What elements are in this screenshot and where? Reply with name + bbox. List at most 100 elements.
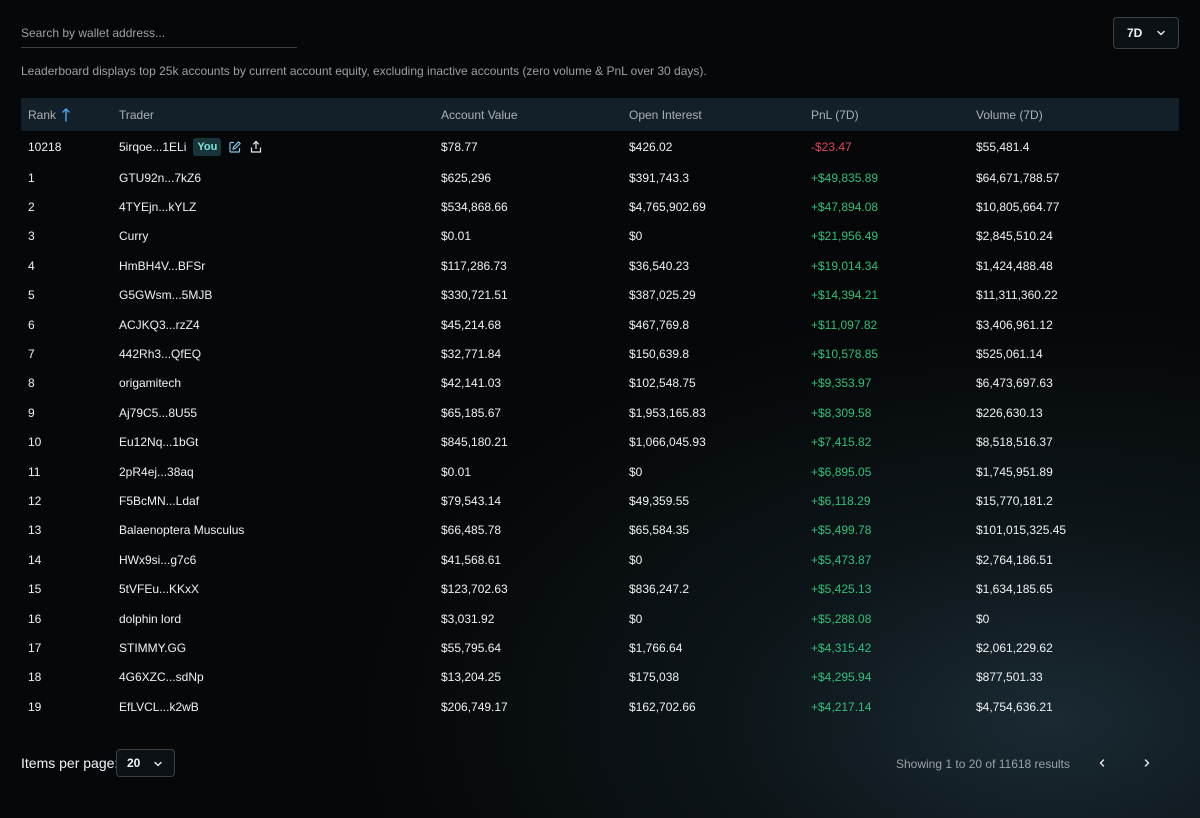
account-value-cell: $79,543.14 (441, 493, 502, 508)
share-icon[interactable] (249, 140, 263, 154)
rank-cell: 1 (28, 170, 35, 185)
rank-cell: 16 (28, 611, 42, 626)
leaderboard-info-text: Leaderboard displays top 25k accounts by… (21, 64, 707, 78)
account-value-cell: $42,141.03 (441, 376, 502, 391)
previous-page-button[interactable] (1093, 754, 1111, 772)
trader-cell[interactable]: 5tVFEu...KKxX (119, 582, 199, 596)
rank-cell: 6 (28, 317, 35, 332)
account-value-cell: $330,721.51 (441, 288, 508, 303)
trader-cell[interactable]: EfLVCL...k2wB (119, 700, 199, 714)
sort-arrow-up-icon (62, 107, 70, 122)
trader-cell[interactable]: 2pR4ej...38aq (119, 465, 194, 479)
volume-cell: $1,634,185.65 (976, 582, 1053, 597)
column-header-open-interest: Open Interest (629, 107, 702, 122)
account-value-cell: $41,568.61 (441, 552, 502, 567)
trader-address[interactable]: 5irqoe...1ELi (119, 140, 186, 154)
volume-cell: $15,770,181.2 (976, 493, 1053, 508)
edit-icon[interactable] (228, 140, 242, 154)
volume-cell: $3,406,961.12 (976, 317, 1053, 332)
table-row: 11 2pR4ej...38aq $0.01 $0 +$6,895.05 $1,745,9… (21, 457, 1179, 486)
open-interest-cell: $102,548.75 (629, 376, 696, 391)
trader-cell[interactable]: 4G6XZC...sdNp (119, 670, 204, 684)
trader-cell[interactable]: Eu12Nq...1bGt (119, 435, 198, 449)
rank-cell: 4 (28, 258, 35, 273)
pnl-cell: +$6,118.29 (811, 493, 871, 508)
table-row: 1 GTU92n...7kZ6 $625,296 $391,743.3 +$49,835… (21, 163, 1179, 192)
leaderboard-table: Rank Trader Account Value Open Interest … (21, 98, 1179, 721)
table-row: 4 HmBH4V...BFSr $117,286.73 $36,540.23 +$19,… (21, 251, 1179, 280)
results-summary: Showing 1 to 20 of 11618 results (896, 757, 1070, 771)
table-row: 15 5tVFEu...KKxX $123,702.63 $836,247.2 +$5,… (21, 574, 1179, 603)
pnl-cell: +$4,315.42 (811, 640, 872, 655)
items-per-page-label: Items per page: (21, 755, 119, 771)
rank-cell: 9 (28, 405, 35, 420)
volume-cell: $4,754,636.21 (976, 699, 1053, 714)
trader-cell[interactable]: ACJKQ3...rzZ4 (119, 318, 200, 332)
open-interest-cell: $1,066,045.93 (629, 435, 706, 450)
trader-cell[interactable]: STIMMY.GG (119, 641, 186, 655)
period-select-value: 7D (1127, 26, 1143, 40)
rank-cell: 10 (28, 435, 42, 450)
trader-cell[interactable]: 4TYEjn...kYLZ (119, 200, 196, 214)
account-value-cell: $78.77 (441, 140, 478, 154)
pnl-cell: +$4,295.94 (811, 670, 872, 685)
next-page-button[interactable] (1138, 754, 1156, 772)
open-interest-cell: $4,765,902.69 (629, 200, 706, 215)
pnl-cell: +$47,894.08 (811, 200, 879, 215)
trader-cell[interactable]: F5BcMN...Ldaf (119, 494, 199, 508)
rank-cell: 2 (28, 200, 35, 215)
trader-cell[interactable]: GTU92n...7kZ6 (119, 171, 201, 185)
trader-cell[interactable]: HWx9si...g7c6 (119, 553, 196, 567)
volume-cell: $2,764,186.51 (976, 552, 1053, 567)
table-row: 13 Balaenoptera Musculus $66,485.78 $65,584… (21, 516, 1179, 545)
rank-cell: 12 (28, 493, 42, 508)
volume-cell: $525,061.14 (976, 347, 1043, 362)
open-interest-cell: $1,953,165.83 (629, 405, 706, 420)
search-field[interactable] (21, 18, 297, 48)
trader-cell[interactable]: dolphin lord (119, 612, 181, 626)
pnl-cell: +$5,499.78 (811, 523, 872, 538)
pnl-cell: +$6,895.05 (811, 464, 872, 479)
column-header-volume: Volume (7D) (976, 107, 1043, 122)
open-interest-cell: $0 (629, 229, 643, 244)
chevron-left-icon (1099, 759, 1105, 767)
trader-cell[interactable]: G5GWsm...5MJB (119, 288, 212, 302)
trader-cell[interactable]: 442Rh3...QfEQ (119, 347, 201, 361)
account-value-cell: $625,296 (441, 170, 492, 185)
account-value-cell: $13,204.25 (441, 670, 502, 685)
trader-cell[interactable]: HmBH4V...BFSr (119, 259, 205, 273)
volume-cell: $0 (976, 611, 990, 626)
table-row: 18 4G6XZC...sdNp $13,204.25 $175,038 +$4,295… (21, 663, 1179, 692)
volume-cell: $2,845,510.24 (976, 229, 1053, 244)
table-row: 3 Curry $0.01 $0 +$21,956.49 $2,845,510.24 (21, 222, 1179, 251)
volume-cell: $1,424,488.48 (976, 258, 1053, 273)
volume-cell: $10,805,664.77 (976, 200, 1060, 215)
table-row: 6 ACJKQ3...rzZ4 $45,214.68 $467,769.8 +$11,0… (21, 310, 1179, 339)
open-interest-cell: $467,769.8 (629, 317, 690, 332)
pnl-cell: -$23.47 (811, 140, 852, 154)
items-per-page-select[interactable]: 20 (116, 749, 175, 777)
column-header-rank[interactable]: Rank (28, 108, 70, 122)
trader-cell[interactable]: Aj79C5...8U55 (119, 406, 197, 420)
open-interest-cell: $36,540.23 (629, 258, 690, 273)
trader-cell[interactable]: Curry (119, 229, 148, 243)
search-input[interactable] (21, 18, 297, 47)
open-interest-cell: $426.02 (629, 140, 673, 154)
table-row: 12 F5BcMN...Ldaf $79,543.14 $49,359.55 +$6,1… (21, 486, 1179, 515)
trader-cell[interactable]: origamitech (119, 376, 181, 390)
volume-cell: $55,481.4 (976, 140, 1030, 154)
chevron-down-icon (1157, 30, 1165, 36)
open-interest-cell: $162,702.66 (629, 699, 696, 714)
rank-cell: 10218 (28, 140, 62, 154)
period-select[interactable]: 7D (1113, 17, 1179, 49)
account-value-cell: $845,180.21 (441, 435, 508, 450)
open-interest-cell: $1,766.64 (629, 640, 683, 655)
open-interest-cell: $65,584.35 (629, 523, 690, 538)
open-interest-cell: $387,025.29 (629, 288, 696, 303)
account-value-cell: $534,868.66 (441, 200, 508, 215)
open-interest-cell: $836,247.2 (629, 582, 690, 597)
account-value-cell: $0.01 (441, 229, 472, 244)
trader-cell[interactable]: Balaenoptera Musculus (119, 523, 244, 537)
account-value-cell: $206,749.17 (441, 699, 508, 714)
account-value-cell: $45,214.68 (441, 317, 502, 332)
